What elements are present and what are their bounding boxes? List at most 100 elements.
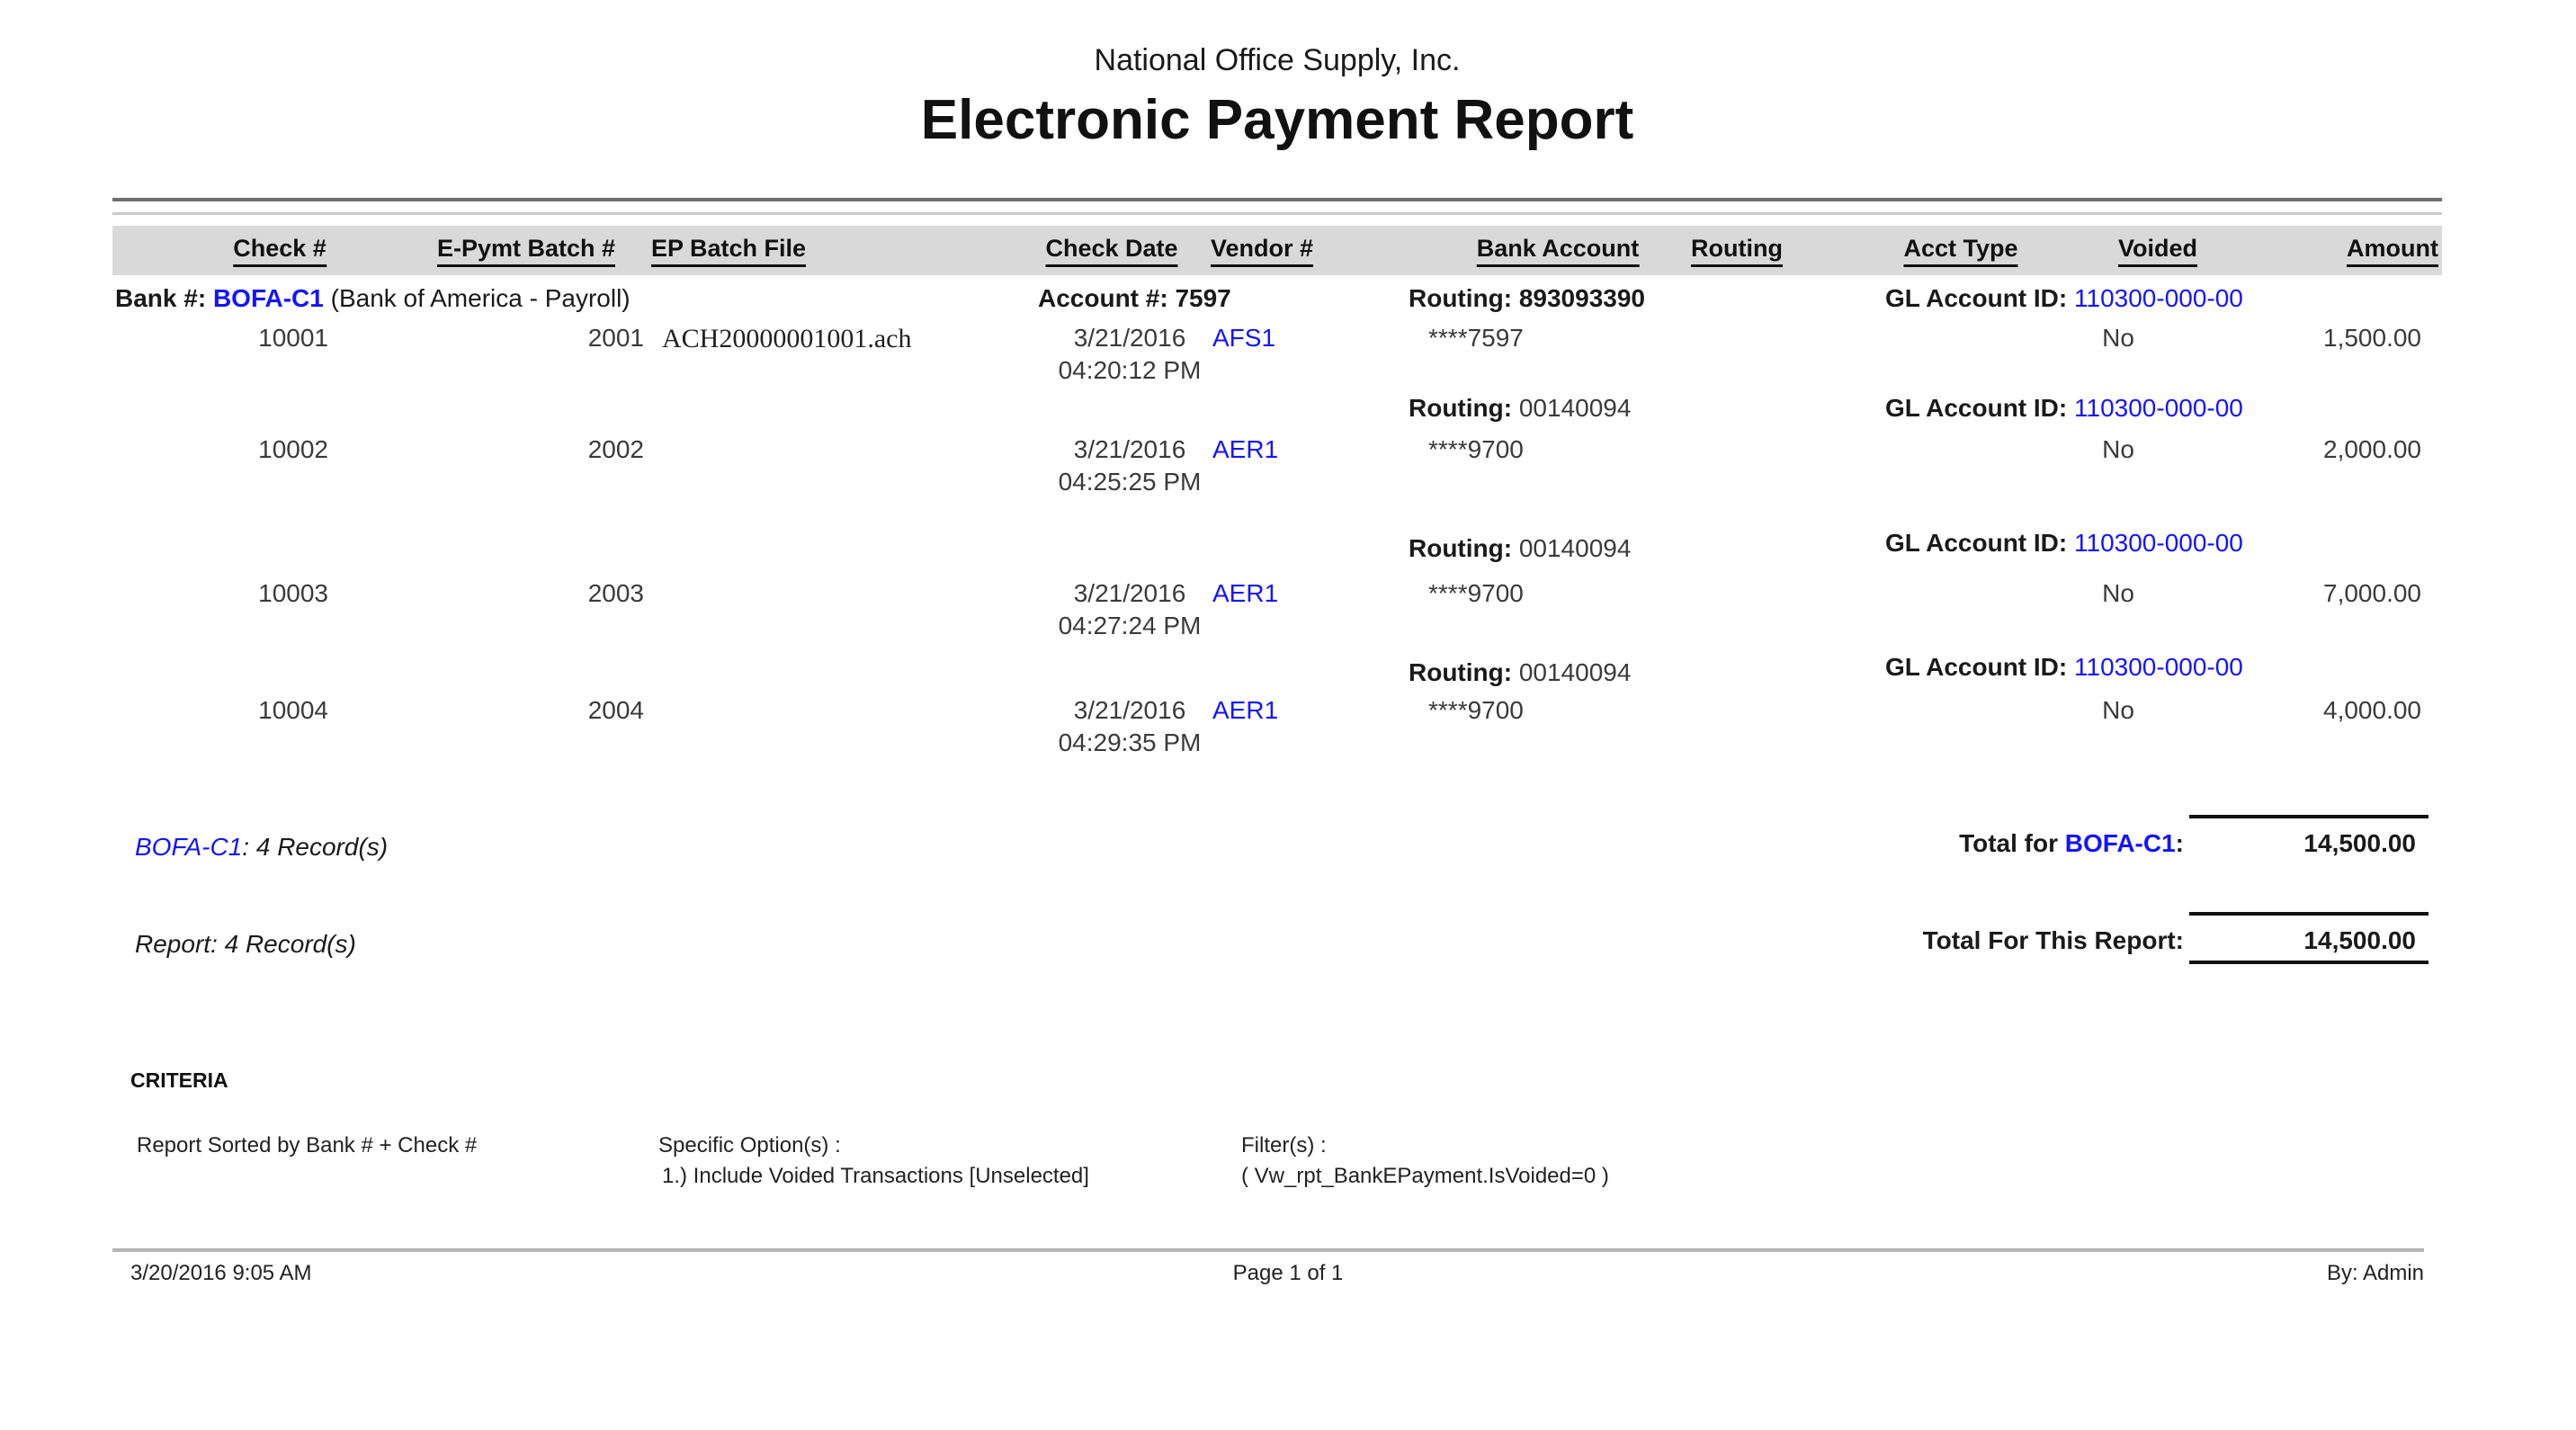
row-vendor-link[interactable]: AER1 (1212, 579, 1278, 608)
column-header-vendor-no: Vendor # (1211, 235, 1313, 267)
group-code-link[interactable]: BOFA-C1 (135, 833, 242, 861)
gl-account-link[interactable]: 110300-000-00 (2074, 653, 2243, 681)
routing-label: Routing: (1409, 394, 1512, 422)
column-header-epymt-batch: E-Pymt Batch # (437, 235, 615, 267)
criteria-filter-1: ( Vw_rpt_BankEPayment.IsVoided=0 ) (1241, 1164, 1609, 1189)
subrow-gl-account: GL Account ID: 110300-000-00 (1885, 394, 2243, 423)
row-batch-no: 2004 (588, 696, 644, 725)
subrow-gl-account: GL Account ID: 110300-000-00 (1885, 529, 2243, 558)
row-check-no: 10002 (258, 435, 328, 464)
row-check-time: 04:29:35 PM (1059, 728, 1202, 757)
bank-gl-account: GL Account ID: 110300-000-00 (1885, 284, 2243, 313)
column-header-amount: Amount (2347, 235, 2438, 267)
footer-divider (112, 1248, 2424, 1252)
total-for-prefix: Total for (1959, 829, 2065, 857)
column-header-check-no: Check # (233, 235, 326, 267)
row-vendor-link[interactable]: AER1 (1212, 435, 1278, 464)
gl-account-link[interactable]: 110300-000-00 (2074, 394, 2243, 422)
gl-account-link[interactable]: 110300-000-00 (2074, 284, 2243, 312)
footer-page-number: Page 1 of 1 (1233, 1261, 1344, 1286)
row-batch-no: 2002 (588, 435, 644, 464)
account-number-value: 7597 (1175, 284, 1230, 312)
row-check-time: 04:20:12 PM (1059, 356, 1202, 385)
criteria-option-1: 1.) Include Voided Transactions [Unselec… (662, 1164, 1089, 1189)
column-header-bank-account: Bank Account (1477, 235, 1640, 267)
bank-name: (Bank of America - Payroll) (331, 284, 631, 312)
column-header-voided: Voided (2118, 235, 2197, 267)
row-batch-no: 2001 (588, 324, 644, 353)
report-total-underline (2189, 961, 2428, 964)
subrow-gl-account: GL Account ID: 110300-000-00 (1885, 653, 2243, 682)
row-check-time: 04:25:25 PM (1059, 468, 1202, 496)
gl-account-label: GL Account ID: (1885, 529, 2067, 557)
criteria-heading: CRITERIA (130, 1068, 228, 1093)
row-voided: No (2102, 579, 2134, 608)
row-check-date: 3/21/2016 (1074, 435, 1186, 464)
row-voided: No (2102, 324, 2134, 353)
row-vendor-link[interactable]: AFS1 (1212, 324, 1275, 353)
row-amount: 7,000.00 (2323, 579, 2421, 608)
row-check-no: 10001 (258, 324, 328, 353)
row-bank-account: ****9700 (1428, 579, 1524, 608)
criteria-filters-label: Filter(s) : (1241, 1133, 1327, 1158)
row-voided: No (2102, 696, 2134, 725)
routing-value: 00140094 (1519, 534, 1632, 562)
routing-value: 00140094 (1519, 658, 1632, 686)
column-header-acct-type: Acct Type (1903, 235, 2017, 267)
row-amount: 1,500.00 (2323, 324, 2421, 353)
row-check-no: 10003 (258, 579, 328, 608)
row-vendor-link[interactable]: AER1 (1212, 696, 1278, 725)
routing-value: 893093390 (1519, 284, 1645, 312)
gl-account-label: GL Account ID: (1885, 653, 2067, 681)
electronic-payment-report-page: National Office Supply, Inc. Electronic … (0, 0, 2576, 1430)
subrow-routing: Routing: 00140094 (1409, 658, 1631, 687)
routing-value: 00140094 (1519, 394, 1632, 422)
row-bank-account: ****7597 (1428, 324, 1524, 353)
group-records-text: : 4 Record(s) (242, 833, 388, 861)
routing-label: Routing: (1409, 284, 1512, 312)
bank-number-label: Bank #: (115, 284, 206, 312)
row-bank-account: ****9700 (1428, 696, 1524, 725)
row-bank-account: ****9700 (1428, 435, 1524, 464)
page-title: Electronic Payment Report (921, 88, 1633, 152)
report-total-overline (2189, 912, 2428, 916)
row-check-date: 3/21/2016 (1074, 696, 1186, 725)
footer-run-by: By: Admin (2327, 1261, 2424, 1286)
criteria-sorted-by: Report Sorted by Bank # + Check # (137, 1133, 477, 1158)
column-header-ep-batch-file: EP Batch File (651, 235, 806, 267)
title-divider-dark (112, 198, 2442, 201)
group-record-count: BOFA-C1: 4 Record(s) (135, 833, 388, 862)
row-amount: 4,000.00 (2323, 696, 2421, 725)
bank-account-number: Account #: 7597 (1038, 284, 1231, 313)
bank-group-header: Bank #: BOFA-C1 (Bank of America - Payro… (115, 284, 631, 313)
row-check-date: 3/21/2016 (1074, 324, 1186, 353)
subrow-routing: Routing: 00140094 (1409, 534, 1631, 563)
bank-code-link[interactable]: BOFA-C1 (213, 284, 324, 312)
routing-label: Routing: (1409, 658, 1512, 686)
subrow-routing: Routing: 00140094 (1409, 394, 1631, 423)
group-code-link[interactable]: BOFA-C1 (2065, 829, 2176, 857)
title-divider-light (112, 212, 2442, 215)
routing-label: Routing: (1409, 534, 1512, 562)
company-name: National Office Supply, Inc. (1095, 43, 1461, 78)
gl-account-label: GL Account ID: (1885, 284, 2067, 312)
report-record-count: Report: 4 Record(s) (135, 930, 356, 959)
column-header-check-date: Check Date (1045, 235, 1177, 267)
report-total-amount: 14,500.00 (2303, 926, 2416, 955)
row-check-time: 04:27:24 PM (1059, 612, 1202, 640)
footer-generated-timestamp: 3/20/2016 9:05 AM (130, 1261, 312, 1286)
group-total-overline (2189, 815, 2428, 818)
total-for-colon: : (2176, 829, 2184, 857)
report-total-label: Total For This Report: (1923, 926, 2184, 955)
column-header-routing: Routing (1691, 235, 1783, 267)
gl-account-link[interactable]: 110300-000-00 (2074, 529, 2243, 557)
row-batch-no: 2003 (588, 579, 644, 608)
row-check-no: 10004 (258, 696, 328, 725)
group-total-amount: 14,500.00 (2303, 829, 2416, 858)
row-batch-file: ACH20000001001.ach (662, 324, 911, 354)
row-voided: No (2102, 435, 2134, 464)
row-check-date: 3/21/2016 (1074, 579, 1186, 608)
row-amount: 2,000.00 (2323, 435, 2421, 464)
gl-account-label: GL Account ID: (1885, 394, 2067, 422)
group-total-label: Total for BOFA-C1: (1959, 829, 2184, 858)
